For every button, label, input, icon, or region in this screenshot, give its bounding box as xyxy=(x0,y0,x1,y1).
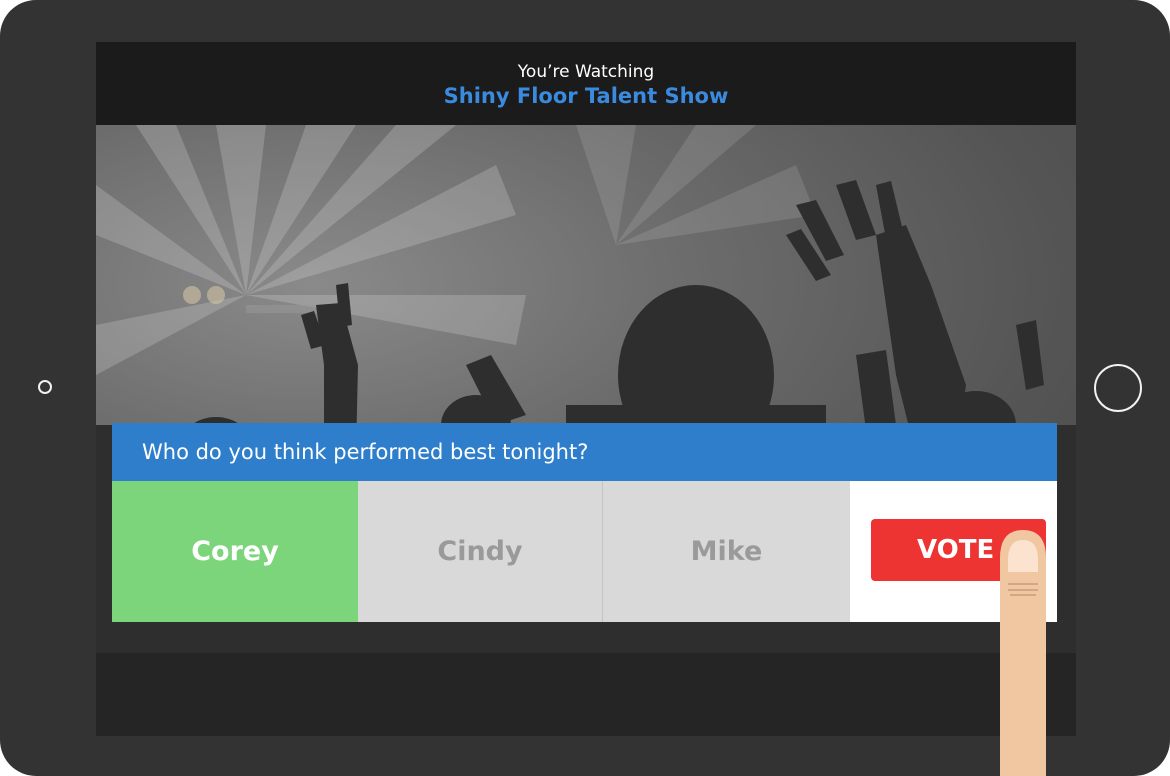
poll-panel: Who do you think performed best tonight?… xyxy=(112,423,1057,622)
app-header: You’re Watching Shiny Floor Talent Show xyxy=(96,42,1076,125)
tablet-frame: You’re Watching Shiny Floor Talent Show xyxy=(0,0,1170,776)
option-mike[interactable]: Mike xyxy=(603,481,850,622)
camera-dot-icon xyxy=(38,380,52,394)
now-watching-label: You’re Watching xyxy=(517,62,655,82)
tablet-screen: You’re Watching Shiny Floor Talent Show xyxy=(96,42,1076,736)
bottom-bar xyxy=(96,653,1076,736)
option-cindy[interactable]: Cindy xyxy=(358,481,603,622)
poll-question: Who do you think performed best tonight? xyxy=(112,423,1057,481)
show-title: Shiny Floor Talent Show xyxy=(443,84,729,108)
finger-pointer-icon xyxy=(1000,530,1046,776)
poll-options: Corey Cindy Mike VOTE xyxy=(112,481,1057,622)
option-corey[interactable]: Corey xyxy=(112,481,358,622)
home-button-icon[interactable] xyxy=(1094,364,1142,412)
